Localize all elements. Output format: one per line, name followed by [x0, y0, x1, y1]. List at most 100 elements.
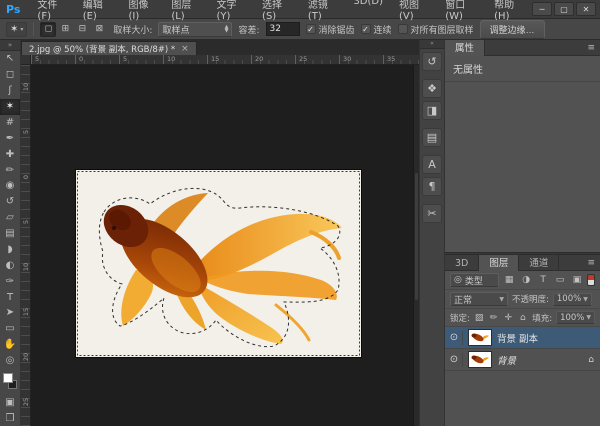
layer-row-background-copy[interactable]: ⊙ 背景 副本: [445, 327, 600, 349]
refine-edge-button[interactable]: 调整边缘…: [480, 20, 545, 39]
no-properties-text: 无属性: [445, 56, 600, 82]
filter-shape-layers-button[interactable]: ▭: [554, 273, 567, 287]
healing-brush-icon: ✚: [6, 149, 14, 160]
layer-filter-toggle[interactable]: [587, 274, 595, 286]
layer-thumbnail[interactable]: [468, 329, 492, 346]
new-selection-button[interactable]: ◻: [40, 22, 56, 37]
shape-tool[interactable]: ▭: [0, 321, 20, 337]
add-to-selection-button[interactable]: ⊞: [57, 22, 73, 37]
lock-transparent-pixels-button[interactable]: ▨: [474, 311, 485, 324]
goldfish-image[interactable]: [76, 170, 361, 357]
visibility-eye-icon[interactable]: ⊙: [449, 331, 463, 345]
layer-filter-dropdown[interactable]: ◎ 类型: [450, 273, 499, 287]
menu-3d[interactable]: 3D(D): [346, 0, 390, 24]
tab-channels[interactable]: 通道: [519, 255, 559, 271]
tool-presets-panel-button[interactable]: ✂: [422, 204, 442, 223]
menu-bar: 文件(F) 编辑(E) 图像(I) 图层(L) 文字(Y) 选择(S) 滤镜(T…: [30, 0, 532, 24]
blur-tool[interactable]: ◗: [0, 242, 20, 258]
filter-smart-objects-button[interactable]: ▣: [571, 273, 584, 287]
zoom-tool[interactable]: ◎: [0, 353, 20, 369]
blend-mode-dropdown[interactable]: 正常 ▼: [450, 292, 508, 306]
document-tab[interactable]: 2.jpg @ 50% (背景 副本, RGB/8#) * ×: [21, 41, 197, 55]
close-button[interactable]: ✕: [576, 2, 596, 16]
magic-wand-tool[interactable]: ✶: [0, 99, 20, 115]
layer-name[interactable]: 背景: [497, 353, 583, 367]
tool-preset-picker[interactable]: ✶ ▾: [6, 22, 27, 37]
quick-mask-button[interactable]: ▣: [0, 394, 20, 410]
lasso-tool[interactable]: ʃ: [0, 83, 20, 99]
properties-panel-header: 属性 ≡: [445, 40, 600, 56]
fill-value: 100%: [560, 313, 584, 323]
canvas-scrollbar[interactable]: [413, 65, 419, 426]
minimize-button[interactable]: ─: [532, 2, 552, 16]
character-panel-button[interactable]: A: [422, 155, 442, 174]
collapse-toolbar-button[interactable]: »: [0, 40, 20, 51]
screen-mode-button[interactable]: ❒: [0, 410, 20, 426]
healing-brush-tool[interactable]: ✚: [0, 146, 20, 162]
subtract-from-selection-button[interactable]: ⊟: [74, 22, 90, 37]
lock-all-button[interactable]: ⌂: [518, 311, 529, 324]
layer-name[interactable]: 背景 副本: [497, 331, 596, 345]
menu-select[interactable]: 选择(S): [255, 0, 299, 24]
sample-size-value: 取样点: [162, 23, 189, 36]
foreground-color-swatch[interactable]: [3, 373, 13, 383]
expand-panels-button[interactable]: «: [420, 40, 444, 49]
styles-panel-button[interactable]: ❖: [422, 79, 442, 98]
gradient-tool[interactable]: ▤: [0, 226, 20, 242]
tab-layers[interactable]: 图层: [479, 255, 519, 271]
tab-close-icon[interactable]: ×: [181, 44, 189, 54]
move-tool[interactable]: ↖: [0, 51, 20, 67]
scrollbar-thumb[interactable]: [415, 173, 418, 299]
filter-adjustment-layers-button[interactable]: ◑: [520, 273, 533, 287]
title-bar: Ps 文件(F) 编辑(E) 图像(I) 图层(L) 文字(Y) 选择(S) 滤…: [0, 0, 600, 19]
canvas[interactable]: [31, 65, 419, 426]
adjustments-panel-button[interactable]: ◨: [422, 101, 442, 120]
layer-thumbnail[interactable]: [468, 351, 492, 368]
opacity-field[interactable]: 100% ▼: [553, 293, 592, 306]
menu-type[interactable]: 文字(Y): [209, 0, 253, 24]
sample-all-layers-checkbox[interactable]: 对所有图层取样: [398, 23, 474, 36]
fill-field[interactable]: 100% ▼: [556, 311, 595, 324]
menu-view[interactable]: 视图(V): [392, 0, 436, 24]
maximize-button[interactable]: ▢: [554, 2, 574, 16]
brush-tool[interactable]: ✏: [0, 162, 20, 178]
layers-panel: 3D 图层 通道 ≡ ◎ 类型 ▦ ◑ T ▭ ▣ 正常 ▼: [445, 255, 600, 426]
path-select-tool[interactable]: ➤: [0, 305, 20, 321]
history-panel-button[interactable]: ↺: [422, 52, 442, 71]
anti-alias-checkbox[interactable]: ✓ 消除锯齿: [306, 23, 355, 36]
menu-edit[interactable]: 编辑(E): [76, 0, 120, 24]
type-tool[interactable]: T: [0, 289, 20, 305]
marquee-tool[interactable]: ◻: [0, 67, 20, 83]
lock-image-pixels-button[interactable]: ✏: [488, 311, 499, 324]
lock-position-button[interactable]: ✛: [503, 311, 514, 324]
eyedropper-tool[interactable]: ✒: [0, 130, 20, 146]
eraser-tool[interactable]: ▱: [0, 210, 20, 226]
paragraph-panel-button[interactable]: ¶: [422, 177, 442, 196]
shape-icon: ▭: [5, 323, 14, 334]
filter-type-layers-button[interactable]: T: [537, 273, 550, 287]
history-brush-tool[interactable]: ↺: [0, 194, 20, 210]
info-panel-button[interactable]: ▤: [422, 128, 442, 147]
menu-window[interactable]: 窗口(W): [438, 0, 485, 24]
panel-menu-icon[interactable]: ≡: [582, 258, 600, 268]
visibility-eye-icon[interactable]: ⊙: [449, 353, 463, 367]
tab-3d[interactable]: 3D: [445, 255, 479, 271]
pen-tool[interactable]: ✑: [0, 273, 20, 289]
tolerance-input[interactable]: [266, 22, 300, 36]
dodge-tool[interactable]: ◐: [0, 257, 20, 273]
filter-pixel-layers-button[interactable]: ▦: [503, 273, 516, 287]
tab-properties[interactable]: 属性: [445, 40, 485, 56]
intersect-selection-button[interactable]: ⊠: [91, 22, 107, 37]
menu-filter[interactable]: 滤镜(T): [301, 0, 345, 24]
layer-row-background[interactable]: ⊙ 背景 ⌂: [445, 349, 600, 371]
crop-tool[interactable]: #: [0, 115, 20, 131]
hand-tool[interactable]: ✋: [0, 337, 20, 353]
panel-menu-icon[interactable]: ≡: [582, 43, 600, 53]
contiguous-checkbox[interactable]: ✓ 连续: [361, 23, 392, 36]
photoshop-logo: Ps: [0, 3, 30, 16]
sample-size-dropdown[interactable]: 取样点 ▲▼: [158, 22, 232, 37]
clone-stamp-tool[interactable]: ◉: [0, 178, 20, 194]
menu-layer[interactable]: 图层(L): [164, 0, 207, 24]
menu-image[interactable]: 图像(I): [121, 0, 162, 24]
menu-file[interactable]: 文件(F): [30, 0, 73, 24]
